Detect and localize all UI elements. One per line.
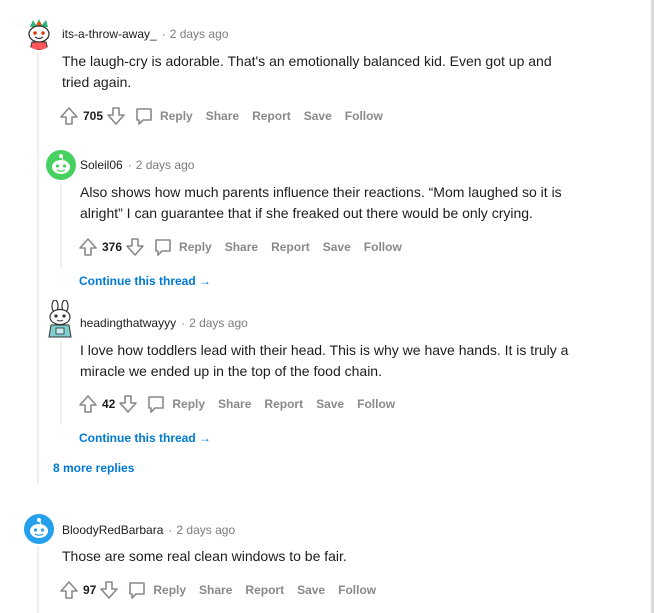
arrow-right-icon: → — [195, 274, 212, 288]
comment-actions: 705 Reply Share Report Save Follow — [59, 105, 383, 127]
share-button[interactable]: Share — [199, 583, 232, 597]
comment-meta: Soleil06 · 2 days ago — [80, 158, 194, 172]
timestamp[interactable]: 2 days ago — [189, 316, 248, 330]
downvote-icon[interactable] — [118, 394, 138, 414]
comment-body: The laugh-cry is adorable. That's an emo… — [62, 53, 552, 90]
avatar[interactable] — [46, 150, 76, 180]
thread-line[interactable] — [37, 546, 39, 613]
avatar[interactable] — [24, 18, 54, 50]
downvote-icon[interactable] — [99, 580, 119, 600]
timestamp[interactable]: 2 days ago — [170, 27, 229, 41]
reply-button[interactable]: Reply — [153, 237, 212, 257]
upvote-icon[interactable] — [59, 106, 79, 126]
share-button[interactable]: Share — [206, 109, 239, 123]
upvote-icon[interactable] — [78, 237, 98, 257]
continue-thread-link[interactable]: Continue this thread → — [79, 431, 211, 445]
comment-meta: its-a-throw-away_ · 2 days ago — [62, 27, 228, 41]
arrow-right-icon: → — [195, 431, 212, 445]
comment-actions: 42 Reply Share Report Save Follow — [78, 393, 395, 415]
comment-body: Also shows how much parents influence th… — [80, 184, 562, 221]
share-button[interactable]: Share — [218, 397, 251, 411]
reply-button[interactable]: Reply — [134, 106, 193, 126]
comment-actions: 97 Reply Share Report Save Follow — [59, 579, 376, 601]
timestamp[interactable]: 2 days ago — [136, 158, 195, 172]
follow-button[interactable]: Follow — [364, 240, 402, 254]
comment-meta: headingthatwayyy · 2 days ago — [80, 316, 248, 330]
username[interactable]: Soleil06 — [80, 158, 123, 172]
follow-button[interactable]: Follow — [345, 109, 383, 123]
comment-meta: BloodyRedBarbara · 2 days ago — [62, 523, 235, 537]
save-button[interactable]: Save — [323, 240, 351, 254]
thread-line[interactable] — [37, 52, 39, 484]
thread-line[interactable] — [60, 184, 62, 268]
comment-bubble-icon — [148, 396, 165, 413]
username[interactable]: headingthatwayyy — [80, 316, 176, 330]
comment-actions: 376 Reply Share Report Save Follow — [78, 236, 402, 258]
avatar[interactable] — [24, 514, 54, 544]
separator-dot: · — [127, 158, 132, 172]
save-button[interactable]: Save — [304, 109, 332, 123]
separator-dot: · — [161, 27, 166, 41]
vote-score: 376 — [102, 240, 123, 254]
save-button[interactable]: Save — [297, 583, 325, 597]
follow-button[interactable]: Follow — [357, 397, 395, 411]
comment-body: Those are some real clean windows to be … — [62, 548, 347, 564]
vote-score: 97 — [83, 583, 97, 597]
downvote-icon[interactable] — [125, 237, 145, 257]
avatar[interactable] — [44, 300, 76, 338]
green-snoo-avatar-icon — [52, 154, 70, 174]
continue-thread-link[interactable]: Continue this thread → — [79, 274, 211, 288]
upvote-icon[interactable] — [59, 580, 79, 600]
separator-dot: · — [168, 523, 173, 537]
vote-score: 705 — [83, 109, 104, 123]
vote-score: 42 — [102, 397, 116, 411]
comment-bubble-icon — [136, 108, 152, 125]
share-button[interactable]: Share — [225, 240, 258, 254]
report-button[interactable]: Report — [245, 583, 284, 597]
comment-bubble-icon — [129, 582, 146, 599]
reply-button[interactable]: Reply — [146, 394, 205, 414]
report-button[interactable]: Report — [271, 240, 310, 254]
comment-bubble-icon — [155, 239, 171, 256]
separator-dot: · — [181, 316, 186, 330]
username[interactable]: BloodyRedBarbara — [62, 523, 163, 537]
report-button[interactable]: Report — [264, 397, 303, 411]
reply-button[interactable]: Reply — [127, 580, 186, 600]
downvote-icon[interactable] — [106, 106, 126, 126]
report-button[interactable]: Report — [252, 109, 291, 123]
green-hair-snoo-avatar-icon — [28, 19, 50, 50]
bunny-ears-snoo-avatar-icon — [48, 300, 72, 338]
thread-line[interactable] — [60, 341, 62, 425]
save-button[interactable]: Save — [316, 397, 344, 411]
username[interactable]: its-a-throw-away_ — [62, 27, 157, 41]
upvote-icon[interactable] — [78, 394, 98, 414]
timestamp[interactable]: 2 days ago — [176, 523, 235, 537]
follow-button[interactable]: Follow — [338, 583, 376, 597]
more-replies-link[interactable]: 8 more replies — [53, 461, 134, 475]
blue-snoo-avatar-icon — [30, 518, 48, 538]
comment-body: I love how toddlers lead with their head… — [80, 342, 569, 379]
